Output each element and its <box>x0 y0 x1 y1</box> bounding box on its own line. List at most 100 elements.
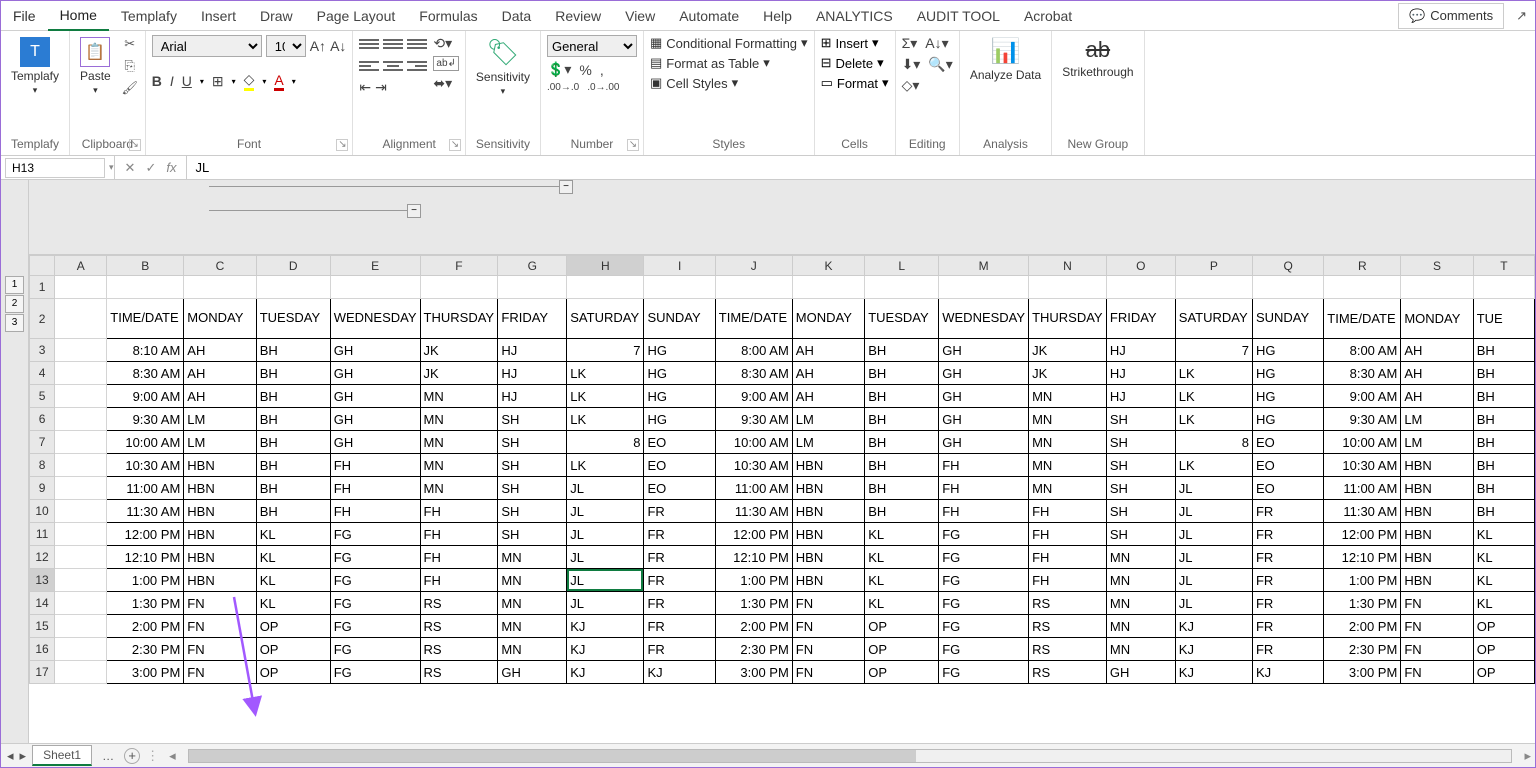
font-launcher-icon[interactable]: ↘ <box>336 139 348 151</box>
cell-J7[interactable]: 10:00 AM <box>715 431 792 454</box>
format-table-button[interactable]: ▤Format as Table ▾ <box>650 55 808 71</box>
tab-analytics[interactable]: ANALYTICS <box>804 2 905 30</box>
cell-K8[interactable]: HBN <box>792 454 864 477</box>
cell-N10[interactable]: FH <box>1029 500 1107 523</box>
cell-N16[interactable]: RS <box>1029 638 1107 661</box>
cell-T10[interactable]: BH <box>1473 500 1534 523</box>
templafy-button[interactable]: T Templafy ▾ <box>7 35 63 98</box>
cell-J8[interactable]: 10:30 AM <box>715 454 792 477</box>
cell-I9[interactable]: EO <box>644 477 715 500</box>
cell-I6[interactable]: HG <box>644 408 715 431</box>
cell-F13[interactable]: FH <box>420 569 498 592</box>
cell-T14[interactable]: KL <box>1473 592 1534 615</box>
cell-C11[interactable]: HBN <box>184 523 256 546</box>
cell-D5[interactable]: BH <box>256 385 330 408</box>
cell-F6[interactable]: MN <box>420 408 498 431</box>
cell-F14[interactable]: RS <box>420 592 498 615</box>
cell-P5[interactable]: LK <box>1175 385 1252 408</box>
cell-S4[interactable]: AH <box>1401 362 1473 385</box>
cell-P17[interactable]: KJ <box>1175 661 1252 684</box>
cell-C5[interactable]: AH <box>184 385 256 408</box>
cell-N7[interactable]: MN <box>1029 431 1107 454</box>
col-header-I[interactable]: I <box>644 256 715 276</box>
conditional-formatting-button[interactable]: ▦Conditional Formatting ▾ <box>650 35 808 51</box>
cell-K3[interactable]: AH <box>792 339 864 362</box>
cell-D3[interactable]: BH <box>256 339 330 362</box>
cell-N9[interactable]: MN <box>1029 477 1107 500</box>
cell-G11[interactable]: SH <box>498 523 567 546</box>
cell-N15[interactable]: RS <box>1029 615 1107 638</box>
wrap-text-icon[interactable]: ab↲ <box>433 56 459 71</box>
cell-O14[interactable]: MN <box>1106 592 1175 615</box>
cell-J12[interactable]: 12:10 PM <box>715 546 792 569</box>
cell-O11[interactable]: SH <box>1106 523 1175 546</box>
cell-R14[interactable]: 1:30 PM <box>1324 592 1401 615</box>
cell-Q10[interactable]: FR <box>1252 500 1323 523</box>
row-header-2[interactable]: 2 <box>30 299 55 339</box>
cell-R17[interactable]: 3:00 PM <box>1324 661 1401 684</box>
cell-J16[interactable]: 2:30 PM <box>715 638 792 661</box>
cell-Q7[interactable]: EO <box>1252 431 1323 454</box>
cell-O12[interactable]: MN <box>1106 546 1175 569</box>
accounting-icon[interactable]: 💲▾ <box>547 61 571 78</box>
cell-D17[interactable]: OP <box>256 661 330 684</box>
cell-C7[interactable]: LM <box>184 431 256 454</box>
cell-C9[interactable]: HBN <box>184 477 256 500</box>
cell-I15[interactable]: FR <box>644 615 715 638</box>
cell-M9[interactable]: FH <box>939 477 1029 500</box>
tab-templafy[interactable]: Templafy <box>109 2 189 30</box>
cell-G12[interactable]: MN <box>498 546 567 569</box>
cell-I14[interactable]: FR <box>644 592 715 615</box>
cell-Q8[interactable]: EO <box>1252 454 1323 477</box>
cell-P15[interactable]: KJ <box>1175 615 1252 638</box>
cell-D4[interactable]: BH <box>256 362 330 385</box>
cell-L13[interactable]: KL <box>865 569 939 592</box>
cell-G7[interactable]: SH <box>498 431 567 454</box>
horizontal-scrollbar[interactable] <box>188 749 1513 763</box>
sheet-prev-icon[interactable]: ◂ <box>7 748 14 764</box>
cell-P4[interactable]: LK <box>1175 362 1252 385</box>
col-header-G[interactable]: G <box>498 256 567 276</box>
cell-G14[interactable]: MN <box>498 592 567 615</box>
cell-F11[interactable]: FH <box>420 523 498 546</box>
cell-C8[interactable]: HBN <box>184 454 256 477</box>
cell-R7[interactable]: 10:00 AM <box>1324 431 1401 454</box>
align-top-icon[interactable] <box>359 35 379 53</box>
cell-T4[interactable]: BH <box>1473 362 1534 385</box>
cell-F17[interactable]: RS <box>420 661 498 684</box>
cell-J3[interactable]: 8:00 AM <box>715 339 792 362</box>
col-header-C[interactable]: C <box>184 256 256 276</box>
italic-button[interactable]: I <box>170 73 174 89</box>
cell-Q12[interactable]: FR <box>1252 546 1323 569</box>
cell-Q16[interactable]: FR <box>1252 638 1323 661</box>
cell-G6[interactable]: SH <box>498 408 567 431</box>
cell-D7[interactable]: BH <box>256 431 330 454</box>
cell-H8[interactable]: LK <box>567 454 644 477</box>
cell-T9[interactable]: BH <box>1473 477 1534 500</box>
col-header-M[interactable]: M <box>939 256 1029 276</box>
cell-H12[interactable]: JL <box>567 546 644 569</box>
cell-H15[interactable]: KJ <box>567 615 644 638</box>
cell-L11[interactable]: KL <box>865 523 939 546</box>
cell-H9[interactable]: JL <box>567 477 644 500</box>
cell-J13[interactable]: 1:00 PM <box>715 569 792 592</box>
cell-S7[interactable]: LM <box>1401 431 1473 454</box>
cell-D15[interactable]: OP <box>256 615 330 638</box>
cell-K13[interactable]: HBN <box>792 569 864 592</box>
cell-E4[interactable]: GH <box>330 362 420 385</box>
cell-P9[interactable]: JL <box>1175 477 1252 500</box>
cell-D10[interactable]: BH <box>256 500 330 523</box>
col-header-K[interactable]: K <box>792 256 864 276</box>
cell-M5[interactable]: GH <box>939 385 1029 408</box>
cell-N4[interactable]: JK <box>1029 362 1107 385</box>
cell-B7[interactable]: 10:00 AM <box>107 431 184 454</box>
underline-button[interactable]: U <box>182 73 192 89</box>
name-box[interactable] <box>5 158 105 178</box>
cell-R5[interactable]: 9:00 AM <box>1324 385 1401 408</box>
row-header-14[interactable]: 14 <box>30 592 55 615</box>
cell-E11[interactable]: FG <box>330 523 420 546</box>
cell-C15[interactable]: FN <box>184 615 256 638</box>
borders-button[interactable]: ⊞ <box>212 73 224 90</box>
decrease-font-icon[interactable]: A↓ <box>330 38 346 54</box>
cell-C4[interactable]: AH <box>184 362 256 385</box>
